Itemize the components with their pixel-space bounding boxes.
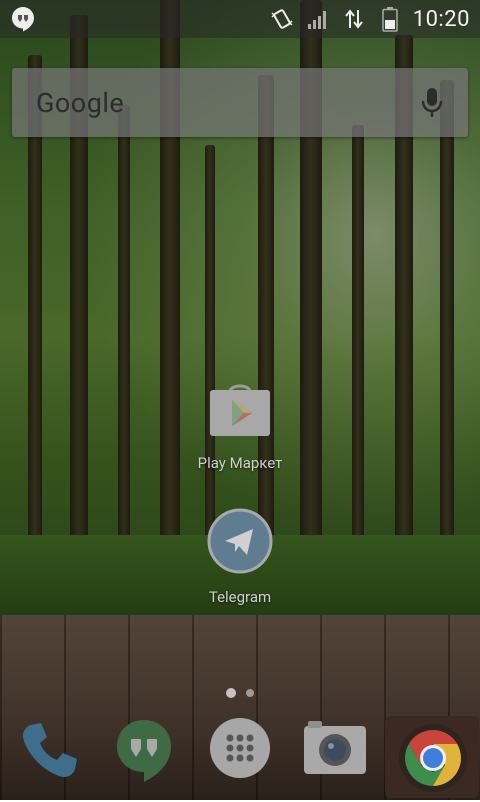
app-telegram[interactable]: Telegram bbox=[170, 508, 310, 606]
google-logo[interactable]: Google bbox=[36, 87, 124, 119]
app-label-telegram: Telegram bbox=[208, 588, 272, 606]
microphone-icon[interactable] bbox=[420, 86, 444, 120]
telegram-icon[interactable] bbox=[207, 508, 273, 578]
app-play-market[interactable]: Play Маркет bbox=[170, 380, 310, 472]
google-search-bar[interactable]: Google bbox=[12, 68, 468, 137]
play-market-icon[interactable] bbox=[208, 380, 272, 444]
camera-icon[interactable] bbox=[302, 718, 368, 782]
vibrate-icon bbox=[269, 6, 295, 32]
status-bar[interactable]: 10:20 bbox=[0, 0, 480, 38]
hangouts-notification-icon bbox=[10, 6, 36, 32]
dock-hangouts[interactable] bbox=[112, 718, 176, 788]
dock bbox=[0, 716, 480, 802]
dock-app-drawer[interactable] bbox=[208, 718, 272, 782]
chrome-icon[interactable] bbox=[385, 716, 479, 802]
app-drawer-icon[interactable] bbox=[209, 717, 271, 783]
dock-camera[interactable] bbox=[302, 718, 368, 782]
page-indicator bbox=[0, 688, 480, 698]
hangouts-icon[interactable] bbox=[114, 718, 174, 788]
signal-icon bbox=[305, 6, 331, 32]
dock-chrome[interactable] bbox=[384, 716, 480, 802]
status-time: 10:20 bbox=[412, 6, 470, 32]
page-dot bbox=[246, 689, 254, 697]
app-label-play-market: Play Маркет bbox=[197, 454, 283, 472]
phone-icon[interactable] bbox=[17, 719, 81, 787]
battery-icon bbox=[377, 6, 403, 32]
dock-phone[interactable] bbox=[14, 718, 84, 788]
data-transfer-icon bbox=[341, 6, 367, 32]
page-dot-current bbox=[226, 688, 236, 698]
